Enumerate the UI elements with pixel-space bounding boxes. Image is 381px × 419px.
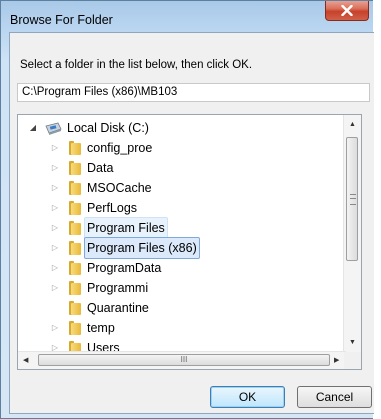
folder-icon xyxy=(68,180,82,196)
vertical-scrollbar[interactable]: ▲ ▼ xyxy=(343,115,361,354)
drive-icon xyxy=(45,122,62,135)
dialog-title: Browse For Folder xyxy=(10,13,113,27)
folder-icon xyxy=(68,300,82,316)
folder-icon xyxy=(68,220,82,236)
tree-item-label: config_proe xyxy=(87,141,153,155)
expand-arrow-icon[interactable]: ▷ xyxy=(50,178,60,198)
grip-icon xyxy=(350,194,356,205)
tree-item-label: Program Files (x86) xyxy=(84,237,200,259)
scroll-down-icon[interactable]: ▼ xyxy=(349,339,356,346)
tree-item-root[interactable]: ◢ Local Disk (C:) xyxy=(28,118,149,138)
tree-item-label: MSOCache xyxy=(87,181,152,195)
tree-item-label: PerfLogs xyxy=(87,201,138,215)
folder-icon xyxy=(68,260,82,276)
tree-item-label: Programmi xyxy=(87,281,149,295)
dialog-window: Browse For Folder Select a folder in the… xyxy=(0,0,374,419)
expand-arrow-icon[interactable]: ▷ xyxy=(50,218,60,238)
horizontal-scrollbar[interactable]: ◀ III ▶ xyxy=(18,351,346,369)
expand-arrow-icon[interactable]: ▷ xyxy=(50,258,60,278)
folder-path-field[interactable]: C:\Program Files (x86)\MB103 xyxy=(17,83,370,102)
folder-icon xyxy=(68,280,82,296)
instruction-text: Select a folder in the list below, then … xyxy=(20,59,253,71)
expand-arrow-icon[interactable]: ▷ xyxy=(50,278,60,298)
scrollbar-corner xyxy=(344,352,361,369)
tree-item-label: Quarantine xyxy=(87,301,149,315)
tree-item[interactable]: ▷ Data xyxy=(50,158,113,178)
grip-icon: III xyxy=(180,355,188,364)
expand-arrow-icon[interactable]: ▷ xyxy=(50,138,60,158)
ok-button[interactable]: OK xyxy=(210,386,285,408)
tree-item-label: Data xyxy=(87,161,114,175)
expand-arrow-icon[interactable]: ▷ xyxy=(50,198,60,218)
folder-icon xyxy=(68,140,82,156)
tree-item-label: ProgramData xyxy=(87,261,162,275)
folder-icon xyxy=(68,240,82,256)
collapse-arrow-icon[interactable]: ◢ xyxy=(28,118,38,138)
close-button[interactable] xyxy=(325,1,369,21)
scroll-left-icon[interactable]: ◀ xyxy=(23,356,28,364)
folder-icon xyxy=(68,160,82,176)
folder-icon xyxy=(68,320,82,336)
tree-item[interactable]: ▷ PerfLogs xyxy=(50,198,137,218)
folder-tree[interactable]: ◢ Local Disk (C:) ▷ config_proe ▷ Data ▷… xyxy=(17,114,362,370)
tree-item-selected[interactable]: ▷ Program Files (x86) xyxy=(50,237,200,259)
tree-item[interactable]: ▷ config_proe xyxy=(50,138,152,158)
expand-arrow-icon[interactable]: ▷ xyxy=(50,158,60,178)
scroll-right-icon[interactable]: ▶ xyxy=(334,356,339,364)
scroll-up-icon[interactable]: ▲ xyxy=(349,121,356,128)
tree-item[interactable]: ▷ ProgramData xyxy=(50,258,161,278)
cancel-button[interactable]: Cancel xyxy=(297,386,372,408)
horizontal-scroll-thumb[interactable]: III xyxy=(38,354,330,366)
vertical-scroll-thumb[interactable] xyxy=(346,137,358,261)
tree-item[interactable]: ▷ MSOCache xyxy=(50,178,152,198)
tree-item-label: Local Disk (C:) xyxy=(67,121,149,135)
tree-item-label: temp xyxy=(87,321,115,335)
tree-item-label: Program Files xyxy=(84,217,168,239)
folder-icon xyxy=(68,200,82,216)
tree-item[interactable]: ▷ Programmi xyxy=(50,278,148,298)
expand-arrow-icon[interactable]: ▷ xyxy=(50,318,60,338)
expand-arrow-icon[interactable]: ▷ xyxy=(50,238,60,258)
tree-item[interactable]: ▷ temp xyxy=(50,318,115,338)
tree-item[interactable]: ▷ Quarantine xyxy=(50,298,149,318)
tree-item[interactable]: ▷ Program Files xyxy=(50,217,168,239)
close-icon xyxy=(341,5,353,16)
